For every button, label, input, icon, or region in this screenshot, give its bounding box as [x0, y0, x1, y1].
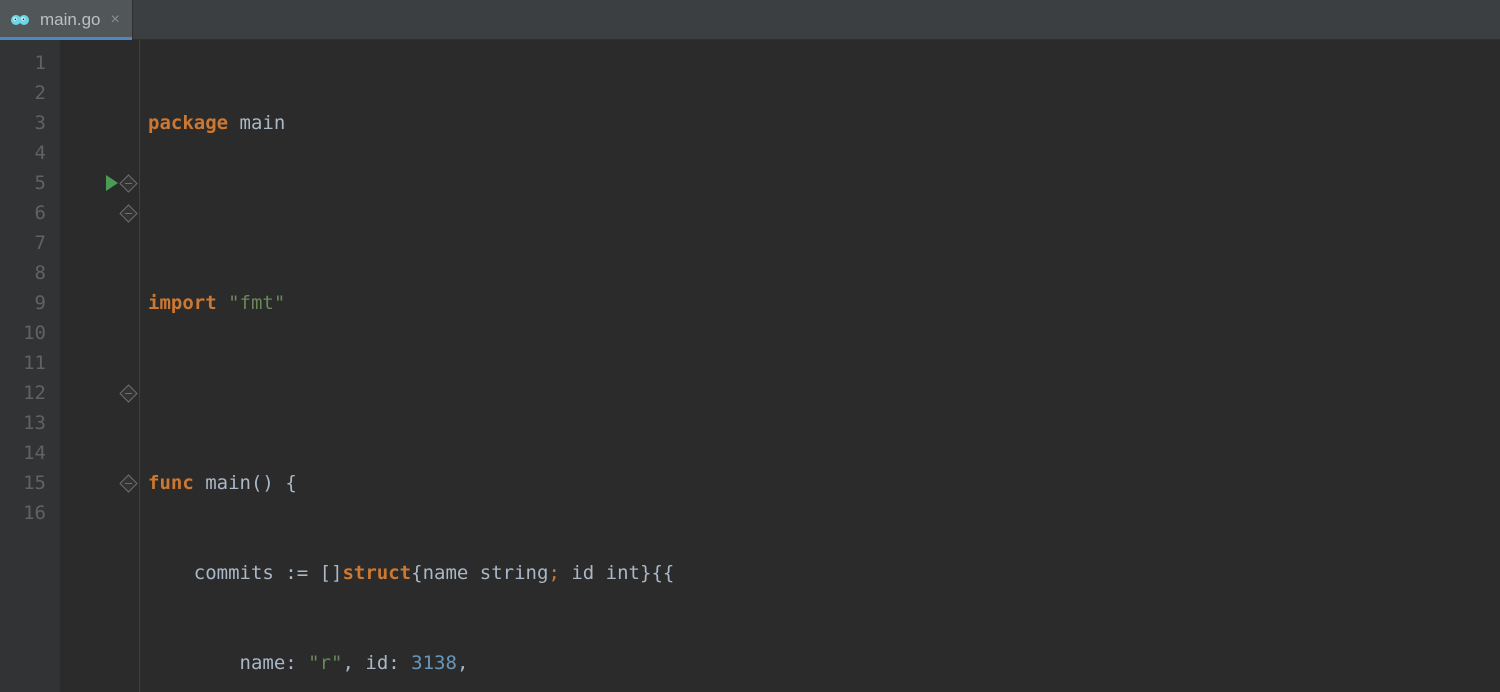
line-number: 12: [0, 378, 46, 408]
line-number: 8: [0, 258, 46, 288]
gutter-markers: [60, 40, 140, 692]
line-number: 15: [0, 468, 46, 498]
go-file-icon: [10, 12, 30, 28]
code-line: import "fmt": [148, 288, 1500, 318]
editor[interactable]: 1 2 3 4 5 6 7 8 9 10 11 12 13 14 15 16: [0, 40, 1500, 692]
close-icon[interactable]: ×: [110, 12, 119, 28]
code-line: [148, 198, 1500, 228]
line-number: 16: [0, 498, 46, 528]
line-number: 2: [0, 78, 46, 108]
line-number: 14: [0, 438, 46, 468]
tab-main-go[interactable]: main.go ×: [0, 0, 133, 39]
line-number: 13: [0, 408, 46, 438]
line-number-gutter: 1 2 3 4 5 6 7 8 9 10 11 12 13 14 15 16: [0, 40, 60, 692]
line-number: 10: [0, 318, 46, 348]
fold-icon[interactable]: [119, 174, 137, 192]
line-number: 9: [0, 288, 46, 318]
line-number: 5: [0, 168, 46, 198]
code-line: name: "r", id: 3138,: [148, 648, 1500, 678]
code-line: commits := []struct{name string; id int}…: [148, 558, 1500, 588]
tab-bar: main.go ×: [0, 0, 1500, 40]
line-number: 7: [0, 228, 46, 258]
line-number: 3: [0, 108, 46, 138]
fold-icon[interactable]: [119, 204, 137, 222]
code-line: package main: [148, 108, 1500, 138]
fold-icon[interactable]: [119, 384, 137, 402]
line-number: 1: [0, 48, 46, 78]
line-number: 6: [0, 198, 46, 228]
run-icon[interactable]: [106, 175, 118, 191]
line-number: 4: [0, 138, 46, 168]
tab-filename: main.go: [40, 10, 100, 30]
fold-icon[interactable]: [119, 474, 137, 492]
line-number: 11: [0, 348, 46, 378]
code-line: [148, 378, 1500, 408]
code-line: func main() {: [148, 468, 1500, 498]
code-area[interactable]: package main import "fmt" func main() { …: [140, 40, 1500, 692]
